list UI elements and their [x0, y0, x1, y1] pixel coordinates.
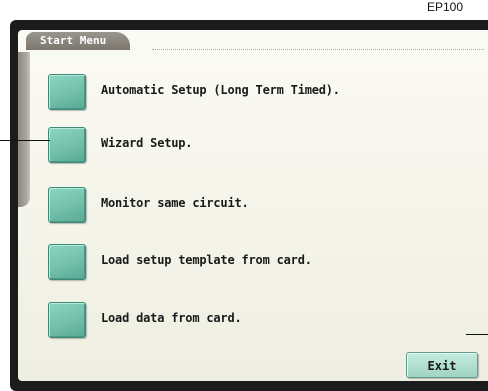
menu-item-label: Monitor same circuit.	[101, 196, 249, 210]
square-button-icon[interactable]	[48, 244, 86, 280]
menu-item-load-setup-template[interactable]: Load setup template from card.	[48, 242, 438, 284]
square-button-icon[interactable]	[48, 127, 86, 163]
start-menu-list: Automatic Setup (Long Term Timed). Wizar…	[18, 30, 488, 381]
menu-item-load-data[interactable]: Load data from card.	[48, 300, 438, 342]
menu-item-label: Wizard Setup.	[101, 136, 193, 150]
document-reference-label: EP100	[427, 0, 464, 14]
menu-item-automatic-setup[interactable]: Automatic Setup (Long Term Timed).	[48, 72, 438, 114]
square-button-icon[interactable]	[48, 74, 86, 110]
menu-item-label: Load setup template from card.	[101, 253, 312, 267]
menu-item-label: Automatic Setup (Long Term Timed).	[101, 83, 340, 97]
callout-line-wizard	[0, 140, 50, 141]
square-button-icon[interactable]	[48, 187, 86, 223]
callout-line-exit	[466, 334, 488, 335]
square-button-icon[interactable]	[48, 302, 86, 338]
device-screen: Start Menu Automatic Setup (Long Term Ti…	[18, 30, 488, 381]
menu-item-label: Load data from card.	[101, 311, 242, 325]
menu-item-wizard-setup[interactable]: Wizard Setup.	[48, 125, 438, 167]
exit-button[interactable]: Exit	[406, 352, 478, 378]
page: EP100 Start Menu Automatic Setup (Long T…	[0, 0, 488, 391]
menu-item-monitor-same-circuit[interactable]: Monitor same circuit.	[48, 185, 438, 227]
